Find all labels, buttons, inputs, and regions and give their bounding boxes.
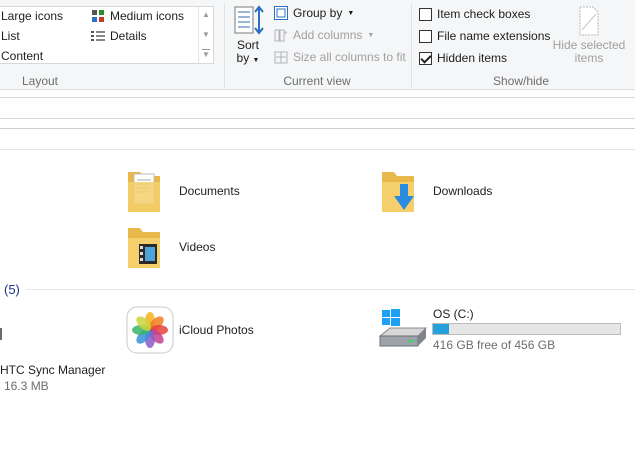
folder-videos[interactable]: Videos xyxy=(126,222,266,272)
chevron-down-icon: ▼ xyxy=(252,57,260,64)
section-header-devices[interactable]: (5) xyxy=(4,282,20,297)
layout-details[interactable]: Details xyxy=(91,29,147,43)
icloud-photos-icon xyxy=(126,306,174,354)
item-check-boxes-checkbox[interactable] xyxy=(419,7,432,21)
layout-group-label: Layout xyxy=(21,74,59,88)
documents-folder-icon xyxy=(128,172,160,212)
address-bar-bottom-border xyxy=(0,118,635,119)
medium-icons-icon xyxy=(92,10,104,22)
item-check-boxes-label: Item check boxes xyxy=(437,7,531,21)
item-check-boxes-toggle[interactable]: Item check boxes xyxy=(419,7,530,21)
size-all-columns-label: Size all columns to fit xyxy=(293,50,406,64)
hidden-items-toggle[interactable]: Hidden items xyxy=(419,51,507,65)
layout-gallery-scroll[interactable]: ▲ ▼ ▼ xyxy=(198,7,214,63)
details-label: Details xyxy=(110,29,147,43)
folder-documents-label: Documents xyxy=(179,184,240,198)
size-columns-icon xyxy=(274,51,288,64)
medium-icons-label: Medium icons xyxy=(110,9,185,23)
file-name-extensions-label: File name extensions xyxy=(437,29,551,43)
sort-label: Sort xyxy=(236,38,259,52)
sort-by-label: by xyxy=(236,51,250,65)
sort-by-icon xyxy=(234,5,264,35)
folder-downloads[interactable]: Downloads xyxy=(380,166,520,216)
svg-text:+: + xyxy=(283,28,288,37)
folder-documents[interactable]: Documents xyxy=(126,166,266,216)
layout-list[interactable]: List xyxy=(1,29,20,43)
add-columns-button[interactable]: + Add columns ▼ xyxy=(274,28,374,42)
downloads-folder-icon xyxy=(382,172,414,212)
hidden-items-label: Hidden items xyxy=(437,51,508,65)
content-label: Content xyxy=(1,49,44,63)
ribbon: Large icons Medium icons List Details Co… xyxy=(0,0,635,90)
file-name-extensions-checkbox[interactable] xyxy=(419,29,432,43)
expand-gallery-icon[interactable]: ▼ xyxy=(202,49,210,60)
hide-selected-icon xyxy=(579,6,599,36)
file-name-extensions-toggle[interactable]: File name extensions xyxy=(419,29,550,43)
hide-selected-items-button[interactable]: Hide selected items xyxy=(551,6,627,65)
ribbon-separator xyxy=(411,4,412,88)
large-icons-label: Large icons xyxy=(1,9,64,23)
app-icloud-photos[interactable]: iCloud Photos xyxy=(126,306,266,356)
hard-drive-icon xyxy=(378,309,428,347)
videos-folder-icon xyxy=(128,228,160,268)
drive-usage-bar xyxy=(432,323,621,335)
current-view-group-label: Current view xyxy=(283,74,351,88)
add-columns-label: Add columns xyxy=(293,28,363,42)
layout-large-icons[interactable]: Large icons xyxy=(1,9,63,23)
layout-content[interactable]: Content xyxy=(1,49,43,63)
drive-free-space: 416 GB free of 456 GB xyxy=(433,338,556,352)
group-by-button[interactable]: Group by ▼ xyxy=(274,6,354,20)
drive-label: OS (C:) xyxy=(433,307,474,321)
drive-usage-fill xyxy=(433,324,450,334)
scroll-down-icon[interactable]: ▼ xyxy=(202,30,210,40)
layout-medium-icons[interactable]: Medium icons xyxy=(91,9,184,23)
chevron-down-icon: ▼ xyxy=(347,9,355,17)
chevron-down-icon: ▼ xyxy=(367,31,375,39)
folder-videos-label: Videos xyxy=(179,240,216,254)
folder-downloads-label: Downloads xyxy=(433,184,493,198)
details-icon xyxy=(91,31,105,41)
htc-sync-icon xyxy=(0,328,2,340)
hidden-items-checkbox[interactable] xyxy=(419,51,432,65)
add-columns-icon: + xyxy=(274,28,288,42)
column-header-border xyxy=(0,128,635,129)
sort-by-button[interactable]: Sort by ▼ xyxy=(230,4,266,70)
list-label: List xyxy=(1,29,20,43)
app-htc-sync-manager[interactable]: HTC Sync Manager 16.3 MB xyxy=(0,322,110,394)
hide-selected-items-label: items xyxy=(574,51,604,65)
section-divider xyxy=(26,289,635,290)
content-top-border xyxy=(0,149,635,150)
size-all-columns-button[interactable]: Size all columns to fit xyxy=(274,50,406,64)
icloud-photos-label: iCloud Photos xyxy=(179,323,254,337)
group-by-icon xyxy=(274,6,288,20)
address-bar[interactable] xyxy=(0,98,635,118)
htc-sync-label: HTC Sync Manager xyxy=(0,363,106,377)
layout-gallery: Large icons Medium icons List Details Co… xyxy=(0,6,214,64)
group-by-label: Group by xyxy=(293,6,343,20)
ribbon-separator xyxy=(224,4,225,88)
show-hide-group-label: Show/hide xyxy=(492,74,550,88)
htc-sync-size: 16.3 MB xyxy=(4,379,49,393)
scroll-up-icon[interactable]: ▲ xyxy=(202,10,210,20)
